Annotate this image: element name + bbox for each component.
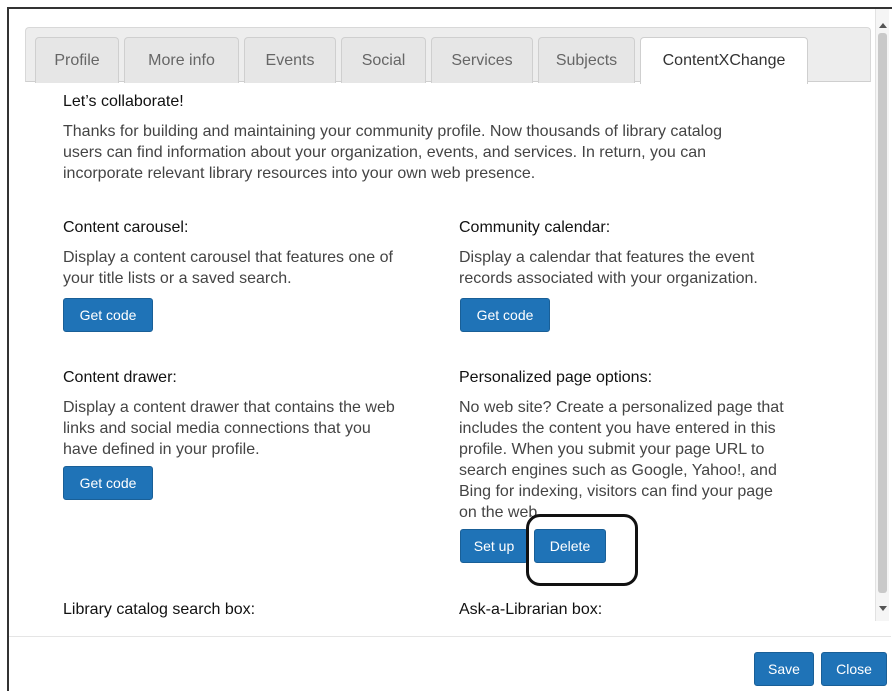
tab-profile[interactable]: Profile — [35, 37, 119, 83]
scroll-down-icon[interactable] — [879, 606, 887, 611]
calendar-heading: Community calendar: — [459, 219, 611, 236]
scroll-up-icon[interactable] — [879, 23, 887, 28]
annotation-highlight-ring — [526, 514, 638, 586]
tab-more-info[interactable]: More info — [124, 37, 239, 83]
carousel-line-1: Display a content carousel that features… — [63, 249, 393, 266]
dialog-scroll-area: Profile More info Events Social Services… — [9, 9, 875, 621]
personalized-line-3: profile. When you submit your page URL t… — [459, 441, 765, 458]
intro-heading: Let’s collaborate! — [63, 93, 184, 110]
carousel-heading: Content carousel: — [63, 219, 189, 236]
save-button[interactable]: Save — [754, 652, 814, 686]
intro-line-1: Thanks for building and maintaining your… — [63, 123, 723, 140]
carousel-description: Display a content carousel that features… — [63, 247, 443, 289]
carousel-line-2: your title lists or a saved search. — [63, 270, 292, 287]
tab-bar: Profile More info Events Social Services… — [25, 27, 871, 84]
drawer-line-2: links and social media connections that … — [63, 420, 371, 437]
vertical-scrollbar[interactable] — [875, 9, 889, 621]
tab-social[interactable]: Social — [341, 37, 426, 83]
calendar-description: Display a calendar that features the eve… — [459, 247, 843, 289]
calendar-line-2: records associated with your organizatio… — [459, 270, 758, 287]
footer-divider — [9, 636, 891, 637]
drawer-description: Display a content drawer that contains t… — [63, 397, 443, 460]
calendar-get-code-button[interactable]: Get code — [460, 298, 550, 332]
drawer-heading: Content drawer: — [63, 369, 177, 386]
intro-line-3: incorporate relevant library resources i… — [63, 165, 536, 182]
drawer-get-code-button[interactable]: Get code — [63, 466, 153, 500]
personalized-line-1: No web site? Create a personalized page … — [459, 399, 784, 416]
close-button[interactable]: Close — [821, 652, 887, 686]
intro-line-2: users can find information about your or… — [63, 144, 707, 161]
setup-button[interactable]: Set up — [460, 529, 528, 563]
personalized-heading: Personalized page options: — [459, 369, 653, 386]
tab-events[interactable]: Events — [244, 37, 336, 83]
tab-contentxchange[interactable]: ContentXChange — [640, 37, 808, 84]
intro-text: Thanks for building and maintaining your… — [63, 121, 843, 184]
scroll-thumb[interactable] — [878, 33, 887, 593]
personalized-line-2: includes the content you have entered in… — [459, 420, 776, 437]
drawer-line-1: Display a content drawer that contains t… — [63, 399, 395, 416]
personalized-description: No web site? Create a personalized page … — [459, 397, 843, 523]
tab-services[interactable]: Services — [431, 37, 533, 83]
catalog-search-heading: Library catalog search box: — [63, 601, 256, 618]
calendar-line-1: Display a calendar that features the eve… — [459, 249, 755, 266]
carousel-get-code-button[interactable]: Get code — [63, 298, 153, 332]
personalized-line-4: search engines such as Google, Yahoo!, a… — [459, 462, 777, 479]
ask-librarian-heading: Ask-a-Librarian box: — [459, 601, 603, 618]
tab-subjects[interactable]: Subjects — [538, 37, 635, 83]
personalized-line-5: Bing for indexing, visitors can find you… — [459, 483, 773, 500]
drawer-line-3: have defined in your profile. — [63, 441, 260, 458]
